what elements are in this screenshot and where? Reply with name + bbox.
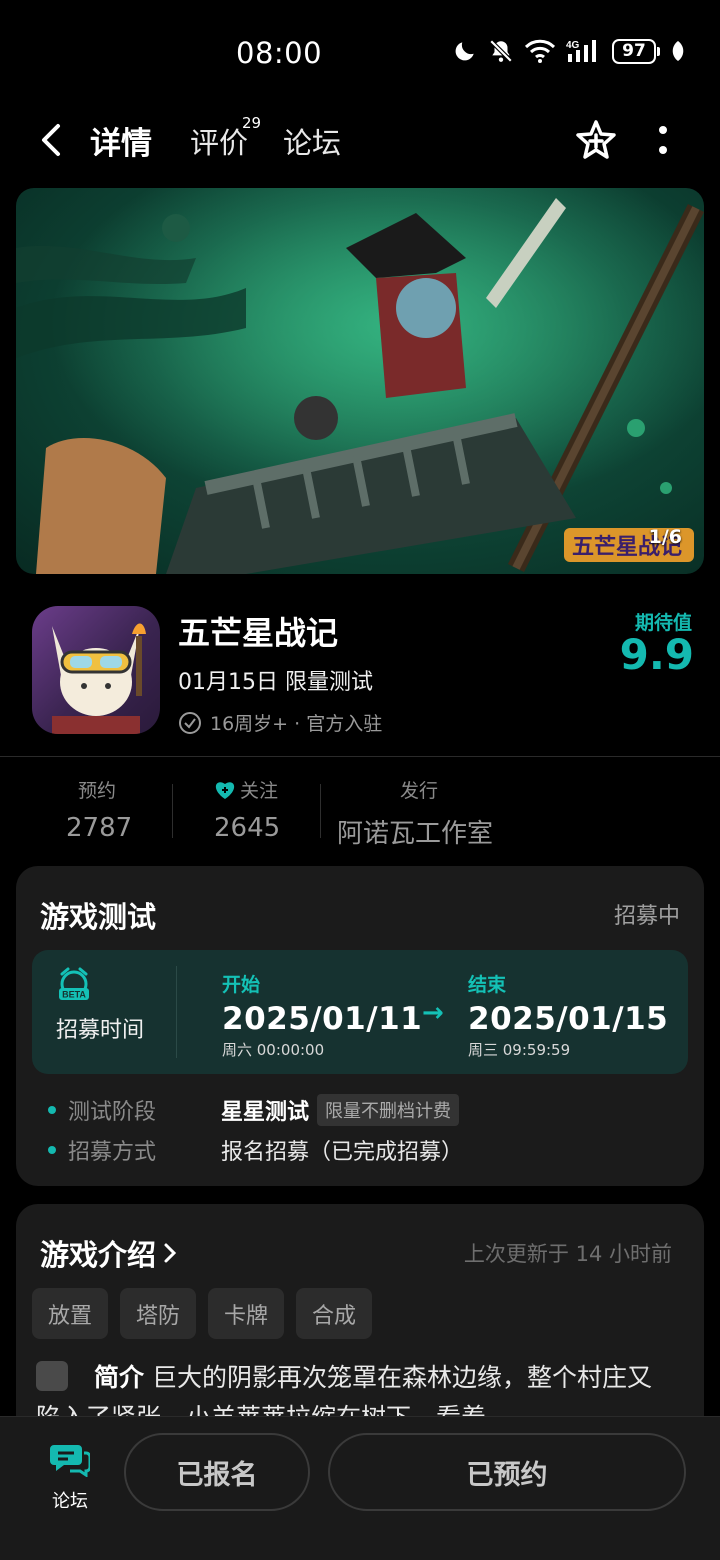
status-time: 08:00 (236, 36, 323, 70)
forum-label: 论坛 (52, 1491, 88, 1512)
recruit-method-value: 报名招募（已完成招募） (221, 1140, 464, 1165)
heart-plus-icon (215, 781, 235, 799)
tag-chip[interactable]: 卡牌 (208, 1288, 285, 1339)
verified-check-icon (179, 711, 201, 734)
tag-chip[interactable]: 合成 (296, 1288, 373, 1339)
battery-tip (657, 46, 660, 56)
stat-reserve: 预约 2787 (66, 776, 132, 843)
mute-icon (489, 39, 513, 63)
recruit-divider (176, 966, 177, 1058)
hero-counter: 1/6 (648, 526, 682, 548)
stat-divider (172, 784, 173, 838)
start-head: 开始 (222, 974, 261, 996)
test-card-title: 游戏测试 (40, 900, 157, 934)
stat-follow-label-row: 关注 (214, 776, 280, 803)
stat-divider (320, 784, 321, 838)
signed-up-button[interactable]: 已报名 (124, 1433, 310, 1511)
reserved-button[interactable]: 已预约 (328, 1433, 686, 1511)
recruit-time-box: BETA 招募时间 开始 2025/01/11 周六 00:00:00 → 结束… (32, 950, 688, 1074)
tab-detail[interactable]: 详情 (90, 118, 152, 163)
battery-icon: 97 (612, 38, 660, 64)
beta-label: BETA (62, 990, 86, 1000)
recruit-method-key: 招募方式 (68, 1140, 157, 1165)
tag-chip[interactable]: 放置 (32, 1288, 109, 1339)
more-icon[interactable] (648, 120, 678, 160)
bullet-dot (48, 1106, 56, 1114)
wifi-icon (524, 39, 556, 63)
expect-value: 9.9 (619, 630, 694, 679)
stat-follow[interactable]: 关注 2645 (214, 776, 280, 843)
game-meta: 16周岁+ · 官方入驻 (178, 709, 382, 736)
stat-publisher-value: 阿诺瓦工作室 (337, 819, 494, 849)
leaf-icon (672, 41, 684, 61)
nav-bar: 详情 评价 29 论坛 (0, 108, 720, 172)
end-head: 结束 (468, 974, 507, 996)
favorite-star-icon[interactable] (574, 118, 618, 162)
arrow-icon: → (422, 998, 444, 1028)
tag-list: 放置 塔防 卡牌 合成 (32, 1288, 373, 1339)
game-app-icon (32, 606, 160, 734)
recruit-end: 结束 2025/01/15 周三 09:59:59 (468, 970, 668, 1060)
stat-publisher[interactable]: 发行 阿诺瓦工作室 (337, 776, 493, 850)
battery-level: 97 (612, 38, 656, 64)
start-date: 2025/01/11 (222, 1001, 423, 1037)
tag-chip[interactable]: 塔防 (120, 1288, 197, 1339)
test-stage-tag: 限量不删档计费 (317, 1094, 460, 1126)
bottom-action-bar: 论坛 已报名 已预约 (0, 1416, 720, 1560)
end-sub: 周三 09:59:59 (468, 1041, 571, 1059)
back-icon[interactable] (34, 122, 70, 158)
recruit-method-row: 招募方式 报名招募（已完成招募） (48, 1134, 463, 1166)
stat-reserve-value: 2787 (66, 813, 133, 843)
tab-forum[interactable]: 论坛 (283, 120, 341, 162)
chevron-right-icon (164, 1243, 177, 1263)
chat-bubbles-icon (50, 1445, 92, 1478)
game-test-card: 游戏测试 招募中 BETA 招募时间 开始 2025/01/11 周六 00:0… (16, 866, 704, 1186)
test-status: 招募中 (613, 904, 680, 929)
intro-title-link[interactable]: 游戏介绍 (40, 1232, 178, 1274)
network-label: 4G (566, 40, 580, 51)
recruit-start: 开始 2025/01/11 周六 00:00:00 (222, 970, 422, 1060)
game-date-status: 01月15日 限量测试 (178, 670, 373, 695)
status-icons: 4G 97 (452, 38, 686, 64)
review-count-badge: 29 (242, 114, 262, 132)
hero-banner[interactable]: 五芒星战记 1/6 (16, 188, 704, 574)
stat-follow-label: 关注 (240, 780, 279, 802)
stat-publisher-label: 发行 (400, 780, 439, 802)
start-sub: 周六 00:00:00 (222, 1041, 325, 1059)
intro-updated: 上次更新于 14 小时前 (463, 1242, 672, 1266)
bullet-dot (48, 1146, 56, 1154)
test-stage-value: 星星测试 (221, 1100, 310, 1125)
beta-alarm-icon: BETA (59, 967, 89, 1000)
game-title: 五芒星战记 (178, 614, 339, 652)
status-bar: 08:00 4G 97 (0, 0, 720, 100)
divider (0, 756, 720, 757)
hero-artwork: 五芒星战记 (16, 188, 704, 574)
moon-icon (455, 42, 474, 61)
game-meta-text: 16周岁+ · 官方入驻 (210, 713, 383, 735)
recruit-label: 招募时间 (56, 1018, 145, 1043)
intro-label: 简介 (94, 1363, 145, 1392)
end-date: 2025/01/15 (468, 1001, 669, 1037)
stat-reserve-label: 预约 (78, 780, 117, 802)
stat-follow-value: 2645 (214, 813, 281, 843)
signal-icon: 4G (566, 40, 596, 62)
forum-tab[interactable]: 论坛 (44, 1441, 96, 1513)
intro-title: 游戏介绍 (40, 1238, 157, 1272)
test-stage-key: 测试阶段 (68, 1100, 157, 1125)
tab-review[interactable]: 评价 (190, 120, 248, 162)
test-stage-row: 测试阶段 星星测试 限量不删档计费 (48, 1094, 460, 1126)
document-icon (36, 1361, 68, 1391)
